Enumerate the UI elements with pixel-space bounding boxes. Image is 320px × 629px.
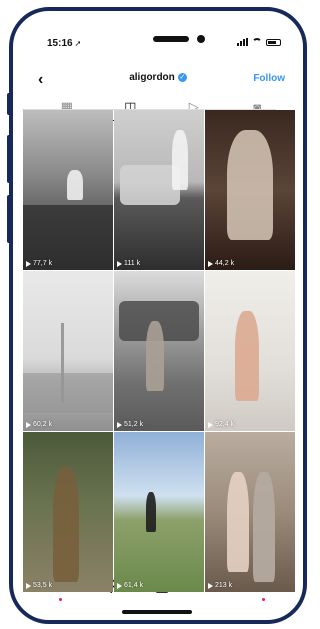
view-count: 53,5 k bbox=[26, 582, 52, 589]
location-icon: ➚ bbox=[74, 39, 82, 48]
car-shape bbox=[120, 165, 180, 205]
camera-dot bbox=[197, 35, 205, 43]
person-figure bbox=[227, 472, 249, 572]
play-icon bbox=[208, 421, 213, 428]
play-icon bbox=[117, 421, 122, 428]
view-count: 61,4 k bbox=[117, 582, 143, 589]
status-bar: 15:16 ➚ bbox=[13, 11, 303, 61]
view-count-text: 77,7 k bbox=[33, 260, 53, 267]
play-icon bbox=[26, 421, 31, 428]
view-count: 111 k bbox=[117, 260, 140, 267]
view-count: 92,4 k bbox=[208, 421, 234, 428]
person-figure bbox=[172, 130, 188, 190]
view-count-text: 92,4 k bbox=[215, 421, 235, 428]
username: aligordon bbox=[129, 72, 175, 83]
follow-button[interactable]: Follow bbox=[253, 73, 285, 84]
person-figure bbox=[146, 492, 156, 532]
status-time-text: 15:16 bbox=[47, 38, 73, 49]
verified-badge-icon: ✓ bbox=[177, 72, 187, 82]
profile-notification-dot bbox=[262, 598, 266, 601]
signal-icon bbox=[237, 38, 248, 46]
view-count: 213 k bbox=[208, 582, 232, 589]
view-count-text: 51,2 k bbox=[124, 421, 144, 428]
view-count-text: 53,5 k bbox=[33, 582, 53, 589]
person-figure bbox=[67, 170, 83, 200]
status-icons bbox=[237, 38, 281, 46]
status-time: 15:16 ➚ bbox=[47, 38, 81, 49]
person-figure bbox=[227, 130, 273, 240]
home-notification-dot bbox=[58, 598, 62, 601]
building-shape bbox=[23, 373, 113, 413]
view-count-text: 61,4 k bbox=[124, 582, 144, 589]
reel-thumbnail[interactable]: 77,7 k bbox=[23, 110, 113, 270]
person-figure bbox=[146, 321, 164, 391]
reel-thumbnail[interactable]: 60,2 k bbox=[23, 271, 113, 431]
reel-thumbnail[interactable]: 111 k bbox=[114, 110, 204, 270]
view-count-text: 111 k bbox=[124, 260, 141, 267]
play-icon bbox=[26, 260, 31, 267]
play-icon bbox=[26, 582, 31, 589]
view-count-text: 60,2 k bbox=[33, 421, 53, 428]
reel-thumbnail[interactable]: 92,4 k bbox=[205, 271, 295, 431]
dynamic-island-pill bbox=[153, 36, 189, 42]
view-count: 51,2 k bbox=[117, 421, 143, 428]
home-indicator bbox=[122, 610, 192, 614]
view-count: 44,2 k bbox=[208, 260, 234, 267]
play-icon bbox=[117, 582, 122, 589]
profile-header: ‹ aligordon ✓ Follow bbox=[13, 63, 303, 97]
view-count: 77,7 k bbox=[26, 260, 52, 267]
reels-grid: 77,7 k 111 k 44,2 k 60,2 k 51,2 k 92,4 k… bbox=[23, 110, 295, 592]
reel-thumbnail[interactable]: 51,2 k bbox=[114, 271, 204, 431]
play-icon bbox=[117, 260, 122, 267]
view-count-text: 44,2 k bbox=[215, 260, 235, 267]
person-figure bbox=[53, 467, 79, 582]
reel-thumbnail[interactable]: 44,2 k bbox=[205, 110, 295, 270]
play-icon bbox=[208, 582, 213, 589]
person-figure bbox=[253, 472, 275, 582]
view-count: 60,2 k bbox=[26, 421, 52, 428]
battery-icon bbox=[266, 38, 281, 46]
view-count-text: 213 k bbox=[215, 582, 233, 589]
person-figure bbox=[235, 311, 259, 401]
wifi-icon bbox=[252, 38, 262, 46]
play-icon bbox=[208, 260, 213, 267]
reel-thumbnail[interactable]: 53,5 k bbox=[23, 432, 113, 592]
reel-thumbnail[interactable]: 213 k bbox=[205, 432, 295, 592]
reel-thumbnail[interactable]: 61,4 k bbox=[114, 432, 204, 592]
